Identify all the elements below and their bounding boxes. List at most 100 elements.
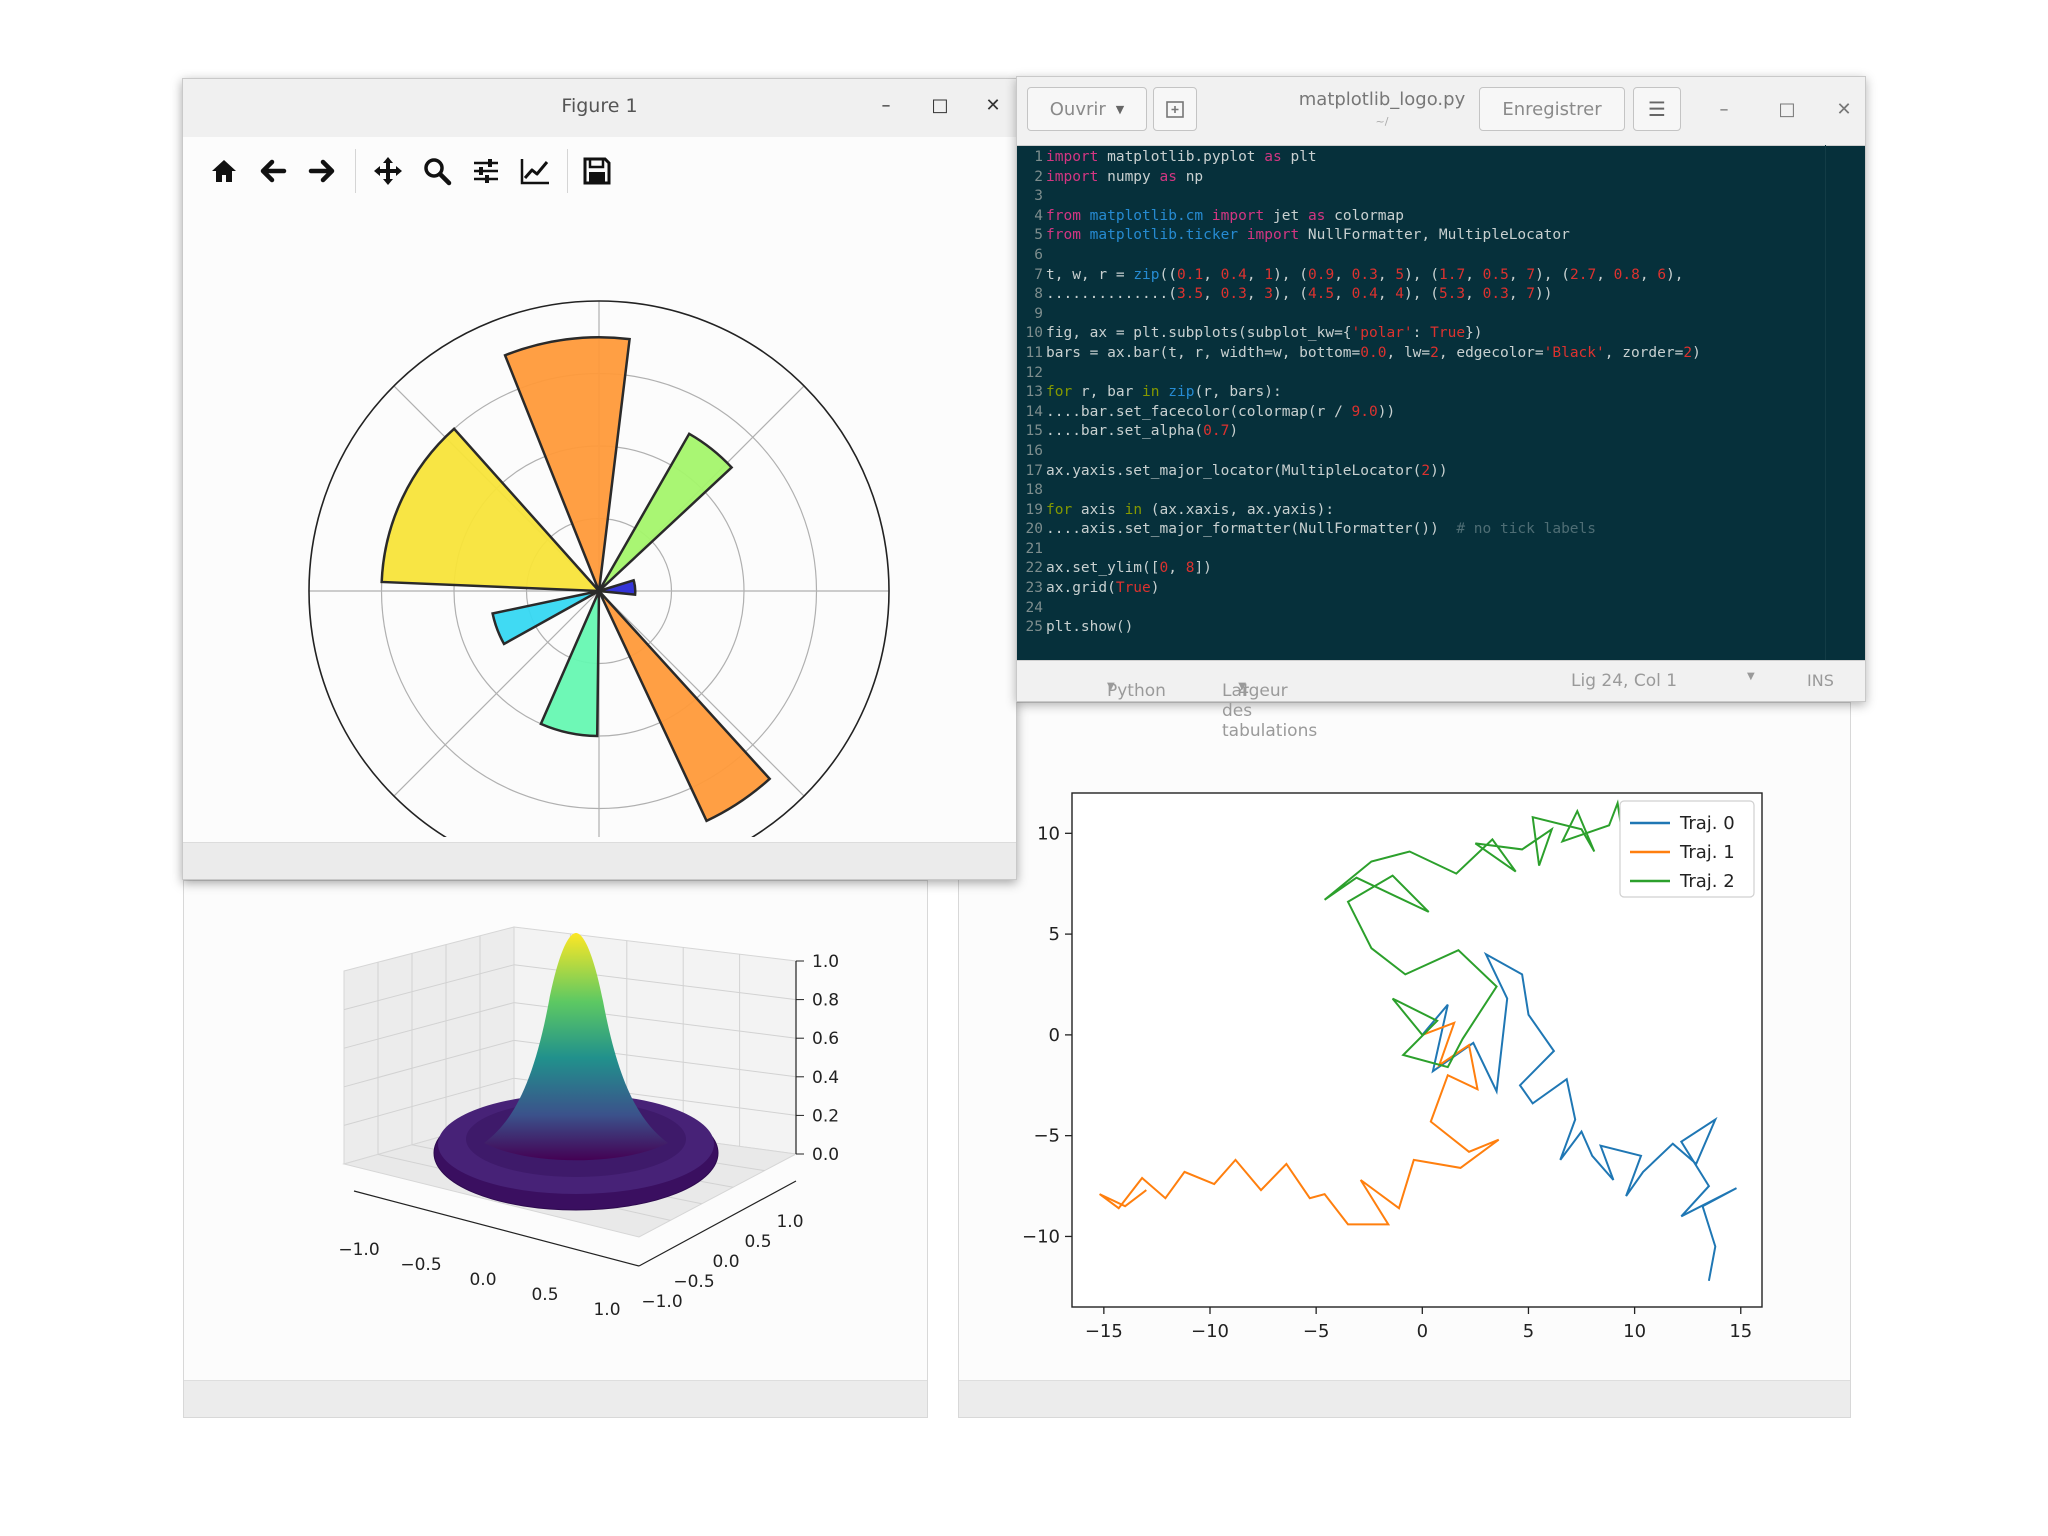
- code-line[interactable]: 14 ....bar.set_facecolor(colormap(r / 9.0…: [1017, 403, 1825, 423]
- z-tick-label: 1.0: [812, 952, 839, 972]
- y-tick-label: 10: [1037, 823, 1060, 844]
- line-number: 12: [1025, 364, 1043, 381]
- code-line[interactable]: 9: [1017, 305, 1825, 325]
- line-number: 25: [1025, 619, 1043, 636]
- chevron-down-icon[interactable]: ▼: [1747, 671, 1755, 682]
- code-line[interactable]: 15 ....bar.set_alpha(0.7): [1017, 422, 1825, 442]
- code-line[interactable]: 3: [1017, 187, 1825, 207]
- z-tick-label: 0.8: [812, 991, 839, 1011]
- code-line[interactable]: 25 plt.show(): [1017, 618, 1825, 638]
- x-tick-label: −10: [1191, 1321, 1229, 1342]
- tab-width-selector[interactable]: Largeur des tabulations 4 ▼: [1222, 671, 1317, 741]
- code-text: from matplotlib.ticker import NullFormat…: [1046, 227, 1570, 244]
- open-button[interactable]: Ouvrir ▼: [1027, 87, 1147, 131]
- code-line[interactable]: 20 ....axis.set_major_formatter(NullForma…: [1017, 520, 1825, 540]
- cursor-position[interactable]: Lig 24, Col 1: [1571, 671, 1677, 691]
- maximize-button[interactable]: □: [929, 95, 951, 116]
- line-number: 3: [1034, 188, 1043, 205]
- close-button[interactable]: ✕: [1833, 99, 1855, 120]
- save-icon[interactable]: [577, 151, 617, 191]
- code-text: for axis in (ax.xaxis, ax.yaxis):: [1046, 501, 1335, 518]
- code-text: ..............(3.5, 0.3, 3), (4.5, 0.4, …: [1046, 286, 1553, 303]
- code-text: t, w, r = zip((0.1, 0.4, 1), (0.9, 0.3, …: [1046, 266, 1684, 283]
- code-line[interactable]: 13 for r, bar in zip(r, bars):: [1017, 383, 1825, 403]
- code-line[interactable]: 22 ax.set_ylim([0, 8]): [1017, 559, 1825, 579]
- menu-button[interactable]: ☰: [1633, 87, 1681, 131]
- figure1-statusbar: [183, 842, 1016, 879]
- x-tick-label: 0: [1417, 1321, 1428, 1342]
- new-tab-button[interactable]: [1153, 87, 1197, 131]
- editor-statusbar: Python ▼ Largeur des tabulations 4 ▼ Lig…: [1017, 660, 1865, 741]
- save-button[interactable]: Enregistrer: [1479, 87, 1625, 131]
- code-text: ax.grid(True): [1046, 580, 1160, 597]
- y-tick-label: −5: [1033, 1126, 1060, 1147]
- z-tick-label: 0.4: [812, 1068, 839, 1088]
- line-number: 22: [1025, 560, 1043, 577]
- code-line[interactable]: 11 bars = ax.bar(t, r, width=w, bottom=0.…: [1017, 344, 1825, 364]
- line-number: 21: [1025, 540, 1043, 557]
- code-line[interactable]: 16: [1017, 442, 1825, 462]
- x-tick-label: 0.5: [531, 1285, 558, 1305]
- close-button[interactable]: ✕: [982, 95, 1004, 116]
- code-editor-area[interactable]: 1 import matplotlib.pyplot as plt 2 import …: [1017, 145, 1825, 666]
- code-text: fig, ax = plt.subplots(subplot_kw={'pola…: [1046, 325, 1483, 342]
- code-line[interactable]: 18: [1017, 481, 1825, 501]
- minimize-button[interactable]: –: [875, 95, 897, 116]
- maximize-button[interactable]: □: [1776, 99, 1798, 120]
- chevron-down-icon: ▼: [1115, 102, 1125, 116]
- toolbar-separator: [567, 149, 568, 193]
- chevron-down-icon: ▼: [1107, 681, 1115, 692]
- x-tick-label: 10: [1623, 1321, 1646, 1342]
- x-tick-label: 15: [1729, 1321, 1752, 1342]
- edit-axes-icon[interactable]: [515, 151, 555, 191]
- surface-window-footer: [184, 1380, 927, 1417]
- line-number: 15: [1025, 423, 1043, 440]
- open-button-label: Ouvrir: [1049, 98, 1106, 120]
- code-line[interactable]: 8 ..............(3.5, 0.3, 3), (4.5, 0.4,…: [1017, 285, 1825, 305]
- code-line[interactable]: 4 from matplotlib.cm import jet as colorm…: [1017, 207, 1825, 227]
- configure-subplots-icon[interactable]: [466, 151, 506, 191]
- code-text: bars = ax.bar(t, r, width=w, bottom=0.0,…: [1046, 344, 1701, 361]
- code-text: import matplotlib.pyplot as plt: [1046, 149, 1317, 165]
- back-icon[interactable]: [253, 151, 293, 191]
- line-number: 2: [1034, 168, 1043, 185]
- line-number: 1: [1034, 149, 1043, 165]
- pan-icon[interactable]: [368, 151, 408, 191]
- code-line[interactable]: 7 t, w, r = zip((0.1, 0.4, 1), (0.9, 0.3,…: [1017, 266, 1825, 286]
- editor-headerbar[interactable]: Ouvrir ▼ matplotlib_logo.py ~/ Enregistr…: [1017, 77, 1865, 146]
- forward-icon[interactable]: [302, 151, 342, 191]
- code-line[interactable]: 2 import numpy as np: [1017, 168, 1825, 188]
- code-line[interactable]: 23 ax.grid(True): [1017, 579, 1825, 599]
- code-line[interactable]: 5 from matplotlib.ticker import NullForma…: [1017, 226, 1825, 246]
- home-icon[interactable]: [204, 151, 244, 191]
- figure1-titlebar[interactable]: Figure 1 – □ ✕: [183, 79, 1016, 137]
- y-tick-label: 0: [1049, 1025, 1060, 1046]
- legend-label: Traj. 2: [1679, 871, 1735, 892]
- code-line[interactable]: 17 ax.yaxis.set_major_locator(MultipleLoc…: [1017, 462, 1825, 482]
- code-text: plt.show(): [1046, 619, 1134, 636]
- code-line[interactable]: 12: [1017, 364, 1825, 384]
- x-tick-label: −1.0: [338, 1240, 379, 1260]
- line-number: 10: [1025, 325, 1043, 342]
- code-text: from matplotlib.cm import jet as colorma…: [1046, 207, 1404, 224]
- minimize-button[interactable]: –: [1713, 99, 1735, 120]
- polar-bar: [597, 432, 734, 592]
- code-line[interactable]: 19 for axis in (ax.xaxis, ax.yaxis):: [1017, 501, 1825, 521]
- code-line[interactable]: 24: [1017, 599, 1825, 619]
- code-line[interactable]: 10 fig, ax = plt.subplots(subplot_kw={'po…: [1017, 324, 1825, 344]
- navigation-toolbar: [183, 137, 1016, 207]
- line-number: 17: [1025, 462, 1043, 479]
- line-number: 18: [1025, 482, 1043, 499]
- code-line[interactable]: 6: [1017, 246, 1825, 266]
- line-number: 23: [1025, 580, 1043, 597]
- code-text: ax.set_ylim([0, 8]): [1046, 560, 1212, 577]
- zoom-icon[interactable]: [417, 151, 457, 191]
- line-number: 24: [1025, 599, 1043, 616]
- code-text: for r, bar in zip(r, bars):: [1046, 384, 1282, 401]
- code-line[interactable]: 1 import matplotlib.pyplot as plt: [1017, 148, 1825, 168]
- y-tick-label: 0.5: [744, 1232, 771, 1252]
- surface-plot: 0.00.20.40.60.81.0−1.0−0.50.00.51.0 −1.0−…: [338, 926, 839, 1320]
- line-number: 20: [1025, 521, 1043, 538]
- code-line[interactable]: 21: [1017, 540, 1825, 560]
- x-tick-label: 1.0: [593, 1300, 620, 1320]
